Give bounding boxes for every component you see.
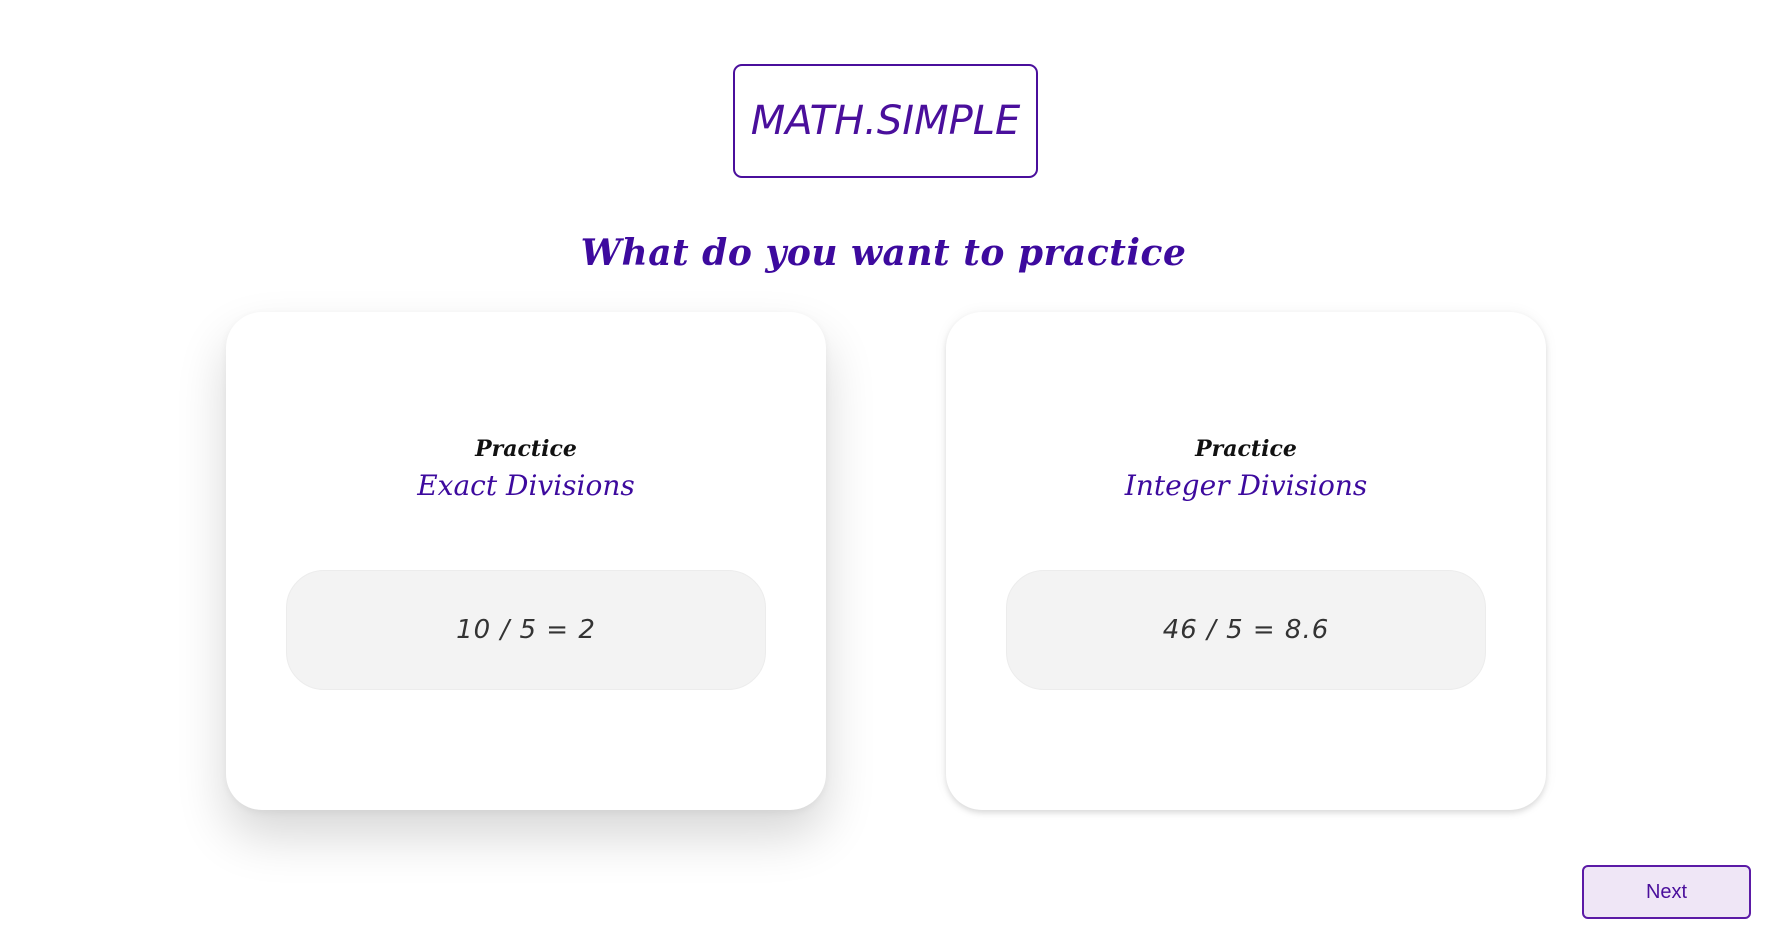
practice-card-exact-divisions[interactable]: Practice Exact Divisions 10 / 5 = 2	[226, 312, 826, 810]
example-text: 46 / 5 = 8.6	[1162, 615, 1330, 645]
practice-card-integer-divisions[interactable]: Practice Integer Divisions 46 / 5 = 8.6	[946, 312, 1546, 810]
card-kicker: Practice	[1195, 436, 1297, 462]
example-pill: 46 / 5 = 8.6	[1006, 570, 1486, 690]
example-text: 10 / 5 = 2	[456, 615, 596, 645]
card-kicker: Practice	[475, 436, 577, 462]
card-title: Integer Divisions	[1124, 469, 1368, 502]
next-button[interactable]: Next	[1582, 865, 1751, 919]
logo-text: MATH.SIMPLE	[750, 98, 1021, 144]
logo-box: MATH.SIMPLE	[733, 64, 1038, 178]
example-pill: 10 / 5 = 2	[286, 570, 766, 690]
page-heading: What do you want to practice	[580, 232, 1187, 274]
card-title: Exact Divisions	[417, 469, 635, 502]
